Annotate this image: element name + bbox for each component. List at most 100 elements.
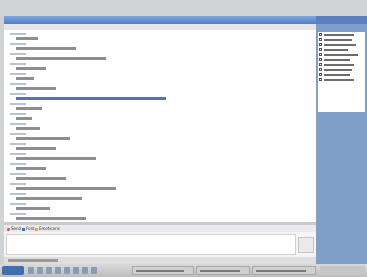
chat-message — [10, 162, 310, 172]
sender-placeholder — [10, 103, 26, 105]
sender-placeholder — [10, 43, 26, 45]
text-placeholder — [16, 97, 166, 100]
item-checkbox[interactable] — [319, 63, 322, 66]
side-panel-item[interactable] — [318, 77, 365, 82]
contacts-side-panel — [316, 16, 367, 264]
taskbar-button[interactable] — [196, 266, 250, 275]
chat-message — [10, 72, 310, 82]
chat-message[interactable] — [10, 92, 310, 102]
chat-message — [10, 62, 310, 72]
label-placeholder — [324, 53, 358, 56]
text-placeholder — [16, 127, 40, 130]
sender-placeholder — [10, 63, 26, 65]
label-placeholder — [324, 78, 354, 81]
message-input-area: Send Font Emoticons — [4, 225, 316, 257]
label-placeholder — [324, 73, 350, 76]
text-placeholder — [16, 87, 56, 90]
chat-message — [10, 122, 310, 132]
text-placeholder — [16, 157, 96, 160]
taskbar — [0, 264, 367, 277]
side-panel-list — [318, 32, 365, 112]
emoticons-button[interactable]: Emoticons — [35, 226, 60, 231]
sender-placeholder — [10, 123, 26, 125]
quick-launch-icon[interactable] — [55, 267, 61, 274]
text-placeholder — [16, 207, 50, 210]
chat-message — [10, 52, 310, 62]
text-placeholder — [16, 47, 76, 50]
item-checkbox[interactable] — [319, 33, 322, 36]
chat-message — [10, 192, 310, 202]
sender-placeholder — [10, 193, 26, 195]
chat-message — [10, 212, 310, 222]
desktop-screen: Send Font Emoticons — [0, 0, 367, 277]
sender-placeholder — [10, 33, 26, 35]
sender-placeholder — [10, 73, 26, 75]
sender-placeholder — [10, 153, 26, 155]
sender-placeholder — [10, 143, 26, 145]
chat-message — [10, 132, 310, 142]
text-placeholder — [16, 197, 82, 200]
input-toolbar: Send Font Emoticons — [4, 225, 316, 232]
sender-placeholder — [10, 173, 26, 175]
text-placeholder — [16, 147, 56, 150]
start-button[interactable] — [2, 266, 24, 275]
quick-launch-icon[interactable] — [37, 267, 43, 274]
text-placeholder — [16, 77, 34, 80]
text-placeholder — [16, 107, 42, 110]
status-bar — [4, 257, 316, 264]
emoticon-icon — [35, 227, 38, 231]
text-placeholder — [16, 57, 106, 60]
item-checkbox[interactable] — [319, 73, 322, 76]
label-placeholder — [324, 58, 350, 61]
chat-message — [10, 32, 310, 42]
text-placeholder — [16, 67, 46, 70]
send-file-button[interactable]: Send — [7, 226, 21, 231]
item-checkbox[interactable] — [319, 43, 322, 46]
quick-launch-icon[interactable] — [46, 267, 52, 274]
item-checkbox[interactable] — [319, 78, 322, 81]
font-button[interactable]: Font — [22, 226, 35, 231]
chat-message — [10, 202, 310, 212]
sender-placeholder — [10, 203, 26, 205]
send-button[interactable] — [298, 237, 314, 253]
chat-transcript-area[interactable] — [4, 30, 316, 222]
sender-placeholder — [10, 93, 26, 95]
quick-launch-icon[interactable] — [82, 267, 88, 274]
text-placeholder — [16, 187, 116, 190]
chat-message — [10, 172, 310, 182]
quick-launch-icon[interactable] — [73, 267, 79, 274]
quick-launch-icon[interactable] — [28, 267, 34, 274]
taskbar-button[interactable] — [252, 266, 316, 275]
compose-field[interactable] — [6, 234, 296, 255]
text-placeholder — [16, 177, 66, 180]
item-checkbox[interactable] — [319, 68, 322, 71]
quick-launch — [28, 267, 108, 274]
send-file-icon — [7, 227, 10, 231]
taskbar-button[interactable] — [132, 266, 194, 275]
status-text — [8, 259, 58, 262]
quick-launch-icon[interactable] — [91, 267, 97, 274]
item-checkbox[interactable] — [319, 38, 322, 41]
chat-message — [10, 182, 310, 192]
label-placeholder — [324, 68, 352, 71]
text-placeholder — [16, 167, 46, 170]
quick-launch-icon[interactable] — [64, 267, 70, 274]
label-placeholder — [324, 43, 356, 46]
item-checkbox[interactable] — [319, 53, 322, 56]
chat-message — [10, 82, 310, 92]
label-placeholder — [324, 63, 354, 66]
system-tray — [320, 266, 365, 275]
label-placeholder — [324, 33, 354, 36]
text-placeholder — [16, 117, 32, 120]
item-checkbox[interactable] — [319, 58, 322, 61]
transcript-list — [10, 32, 310, 222]
chat-message — [10, 102, 310, 112]
text-placeholder — [16, 137, 70, 140]
chat-message — [10, 152, 310, 162]
item-checkbox[interactable] — [319, 48, 322, 51]
window-titlebar[interactable] — [4, 16, 316, 24]
font-icon — [22, 227, 25, 231]
sender-placeholder — [10, 53, 26, 55]
chat-message — [10, 42, 310, 52]
sender-placeholder — [10, 133, 26, 135]
